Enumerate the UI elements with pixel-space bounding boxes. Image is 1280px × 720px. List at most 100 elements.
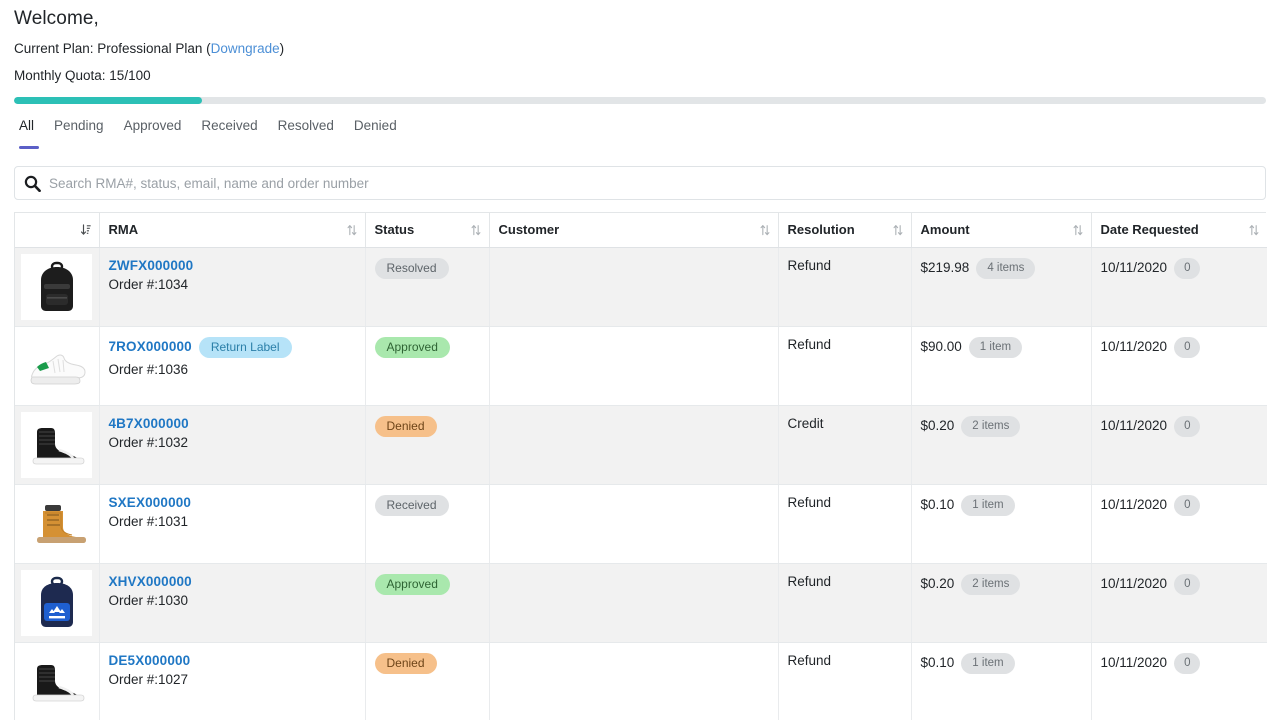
tab-label: Denied (353, 118, 397, 133)
status-badge: Approved (374, 336, 450, 358)
cell-status: Received (365, 484, 490, 564)
cell-amount: $0.20 2 items (911, 405, 1092, 485)
table-row[interactable]: XHVX000000 Order #:1030 Approved Refund $0.2… (15, 563, 1267, 643)
cell-amount: $0.20 2 items (911, 563, 1092, 643)
date-count-badge: 0 (1174, 494, 1201, 516)
rma-link[interactable]: 4B7X000000 (109, 416, 189, 431)
amount-value: $219.98 (920, 259, 970, 275)
status-badge: Resolved (374, 257, 449, 279)
cell-customer (489, 563, 779, 643)
cell-amount: $0.10 1 item (911, 642, 1092, 720)
cell-date-requested: 10/11/2020 0 (1091, 247, 1267, 327)
cell-customer (489, 326, 779, 406)
current-plan-suffix: ) (279, 41, 285, 56)
status-badge: Denied (374, 652, 437, 674)
product-thumbnail (21, 648, 92, 715)
cell-status: Resolved (365, 247, 490, 327)
resolution-text: Refund (787, 573, 832, 589)
sort-icon (1073, 224, 1082, 235)
table-row[interactable]: 4B7X000000 Order #:1032 Denied Credit $0.20 2… (15, 405, 1267, 485)
tab-denied[interactable]: Denied (354, 116, 408, 136)
status-filter-tabs: All Pending Approved Received Resolved Denied (14, 116, 1266, 149)
cell-thumbnail (15, 405, 100, 485)
item-count-badge: 1 item (968, 336, 1023, 358)
column-header-res[interactable]: Resolution (778, 213, 912, 248)
resolution-text: Refund (787, 494, 832, 510)
date-requested-value: 10/11/2020 (1100, 575, 1168, 591)
date-requested-value: 10/11/2020 (1100, 338, 1168, 354)
amount-value: $0.10 (920, 654, 955, 670)
table-row[interactable]: ZWFX000000 Order #:1034 Resolved Refund $219… (15, 247, 1267, 327)
rma-link[interactable]: SXEX000000 (109, 495, 192, 510)
cell-thumbnail (15, 247, 100, 327)
cell-resolution: Refund (778, 484, 912, 564)
current-plan-text: Current Plan: Professional Plan ( (14, 41, 211, 56)
cell-customer (489, 247, 779, 327)
cell-thumbnail (15, 326, 100, 406)
date-count-badge: 0 (1174, 415, 1201, 437)
product-thumbnail (21, 411, 92, 478)
resolution-text: Refund (787, 652, 832, 668)
tab-received[interactable]: Received (201, 116, 268, 136)
tab-label: All (19, 118, 35, 133)
column-header-rma[interactable]: RMA (99, 213, 366, 248)
search-input[interactable] (49, 167, 1265, 199)
table-row[interactable]: DE5X000000 Order #:1027 Denied Refund $0.10 1… (15, 642, 1267, 720)
cell-amount: $0.10 1 item (911, 484, 1092, 564)
column-header-status[interactable]: Status (365, 213, 490, 248)
date-count-badge: 0 (1174, 652, 1201, 674)
search-bar[interactable] (14, 166, 1266, 200)
cell-rma: SXEX000000 Order #:1031 (99, 484, 366, 564)
cell-date-requested: 10/11/2020 0 (1091, 484, 1267, 564)
amount-value: $90.00 (920, 338, 962, 354)
item-count-badge: 1 item (961, 494, 1015, 516)
cell-date-requested: 10/11/2020 0 (1091, 563, 1267, 643)
tab-all[interactable]: All (14, 116, 45, 149)
column-header-amt[interactable]: Amount (911, 213, 1092, 248)
table-row[interactable]: SXEX000000 Order #:1031 Received Refund $0.1… (15, 484, 1267, 564)
tab-resolved[interactable]: Resolved (278, 116, 345, 136)
item-count-badge: 4 items (976, 257, 1036, 279)
return-label-badge: Return Label (198, 336, 292, 358)
order-number: Order #:1027 (108, 671, 189, 687)
column-header-cust[interactable]: Customer (489, 213, 779, 248)
rma-link[interactable]: 7ROX000000 (109, 339, 192, 354)
date-count-badge: 0 (1174, 336, 1201, 358)
tab-label: Received (201, 118, 258, 133)
cell-resolution: Refund (778, 326, 912, 406)
amount-value: $0.20 (920, 417, 955, 433)
column-header-label: Customer (498, 222, 560, 238)
cell-status: Approved (365, 563, 490, 643)
rma-dashboard-page: Welcome, Current Plan: Professional Plan… (0, 0, 1280, 720)
date-requested-value: 10/11/2020 (1100, 259, 1168, 275)
downgrade-link[interactable]: Downgrade (211, 41, 280, 56)
rma-link[interactable]: DE5X000000 (109, 653, 191, 668)
table-head: RMA Status Customer Resolution Amount Date Re… (15, 213, 1267, 248)
item-count-badge: 2 items (961, 573, 1021, 595)
product-thumb-black-hightop (32, 427, 84, 464)
product-thumb-wheat-boot (36, 504, 86, 543)
sort-icon (471, 224, 480, 235)
sort-icon (760, 224, 769, 235)
page-title: Welcome, (14, 8, 99, 29)
cell-amount: $90.00 1 item (911, 326, 1092, 406)
product-thumb-black-hightop (32, 664, 84, 701)
column-header-label: Date Requested (1100, 222, 1199, 238)
quota-progress-bar (14, 97, 1266, 104)
current-plan-line: Current Plan: Professional Plan (Downgra… (14, 38, 1266, 59)
table-row[interactable]: 7ROX000000 Return Label Order #:1036 Approv… (15, 326, 1267, 406)
tab-label: Resolved (277, 118, 334, 133)
cell-date-requested: 10/11/2020 0 (1091, 405, 1267, 485)
rma-link[interactable]: XHVX000000 (109, 574, 192, 589)
sort-icon (347, 224, 356, 235)
rma-link[interactable]: ZWFX000000 (109, 258, 194, 273)
page-header: Welcome, Current Plan: Professional Plan… (0, 0, 1280, 86)
column-header-date[interactable]: Date Requested (1091, 213, 1267, 248)
tab-pending[interactable]: Pending (54, 116, 115, 136)
order-number: Order #:1031 (108, 513, 189, 529)
amount-value: $0.10 (920, 496, 955, 512)
tab-approved[interactable]: Approved (124, 116, 193, 136)
resolution-text: Refund (787, 257, 832, 273)
column-header-thumb[interactable] (15, 213, 100, 248)
order-number: Order #:1034 (108, 276, 189, 292)
